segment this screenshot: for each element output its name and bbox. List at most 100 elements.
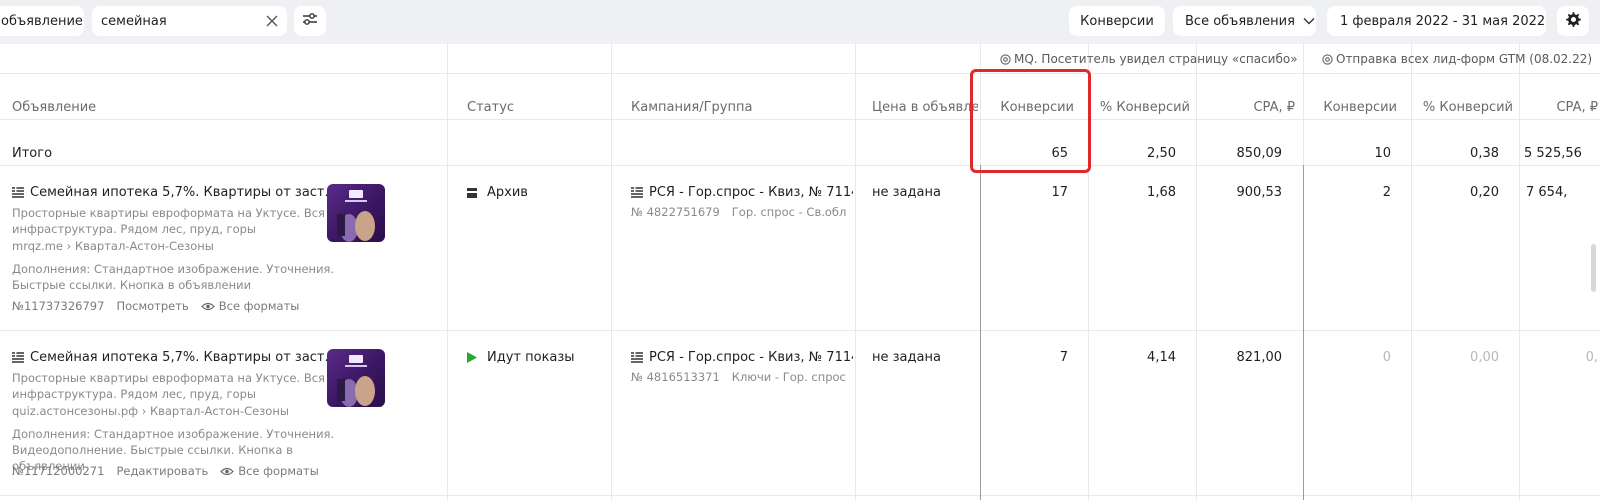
goal-group-title-1: MQ. Посетитель увидел страницу «спасибо» xyxy=(1000,52,1300,66)
ad-link[interactable]: mrqz.me › Квартал-Астон-Сезоны xyxy=(12,239,214,253)
status-label: Архив xyxy=(487,185,528,200)
ads-table: MQ. Посетитель увидел страницу «спасибо»… xyxy=(0,44,1600,500)
ad-text-icon xyxy=(12,187,24,198)
ads-level-label: объявление xyxy=(1,13,83,29)
campaign-link[interactable]: РСЯ - Гор.спрос - Квиз, № 7114 xyxy=(631,350,853,365)
ad-formats-link[interactable]: Все форматы xyxy=(238,464,319,478)
group-name[interactable]: Ключи - Гор. спрос xyxy=(732,370,846,384)
goal-group-label-1: MQ. Посетитель увидел страницу «спасибо» xyxy=(1014,52,1298,66)
campaign-sub: № 4822751679 Гор. спрос - Св.обл xyxy=(631,205,846,219)
ad-view-link[interactable]: Посмотреть xyxy=(116,299,188,313)
goal-group-label-2: Отправка всех лид-форм GTM (08.02.22) xyxy=(1336,52,1593,66)
highlight-frame xyxy=(970,69,1091,173)
column-header-price[interactable]: Цена в объявлении xyxy=(872,90,978,124)
row-cpa-2: 7 654, xyxy=(1526,185,1568,200)
ads-filter-label: Все объявления xyxy=(1185,13,1295,29)
divider xyxy=(1519,44,1520,500)
date-range-label: 1 февраля 2022 - 31 мая 2022 xyxy=(1340,13,1546,29)
row-conversions-2: 0 xyxy=(1382,350,1391,365)
ad-formats-link[interactable]: Все форматы xyxy=(219,299,300,313)
conversions-button-label: Конверсии xyxy=(1080,13,1154,29)
column-header-conv-pct-2[interactable]: % Конверсий xyxy=(1413,90,1513,124)
archive-icon xyxy=(467,187,477,198)
campaign-name: РСЯ - Гор.спрос - Квиз, № 7114 xyxy=(649,350,853,365)
eye-icon xyxy=(220,467,235,476)
ad-id: №11712000271 xyxy=(12,464,105,478)
play-icon xyxy=(467,352,477,363)
campaign-icon xyxy=(631,352,643,363)
ad-title[interactable]: Семейная ипотека 5,7%. Квартиры от заст.… xyxy=(12,185,337,200)
conversions-button[interactable]: Конверсии xyxy=(1069,6,1165,36)
ad-meta: №11712000271 Редактировать Все форматы xyxy=(12,464,319,478)
row-conv-pct: 1,68 xyxy=(1147,185,1176,200)
row-conversions: 17 xyxy=(1051,185,1068,200)
ad-title-text: Семейная ипотека 5,7%. Квартиры от заст.… xyxy=(30,350,337,365)
column-header-ad[interactable]: Объявление xyxy=(12,90,432,124)
ad-title[interactable]: Семейная ипотека 5,7%. Квартиры от заст.… xyxy=(12,350,337,365)
divider xyxy=(1303,44,1304,165)
ad-thumbnail[interactable] xyxy=(327,349,385,407)
search-input[interactable]: семейная xyxy=(92,6,287,36)
divider xyxy=(0,73,1600,74)
ads-filter-select[interactable]: Все объявления xyxy=(1173,6,1316,36)
row-conv-pct-2: 0,20 xyxy=(1470,185,1499,200)
total-label: Итого xyxy=(12,145,53,161)
divider xyxy=(0,330,1600,331)
ad-meta: №11737326797 Посмотреть Все форматы xyxy=(12,299,299,313)
column-header-cpa[interactable]: CPA, ₽ xyxy=(1198,90,1295,124)
ad-description: Просторные квартиры евроформата на Уктус… xyxy=(12,206,325,236)
ad-price: не задана xyxy=(872,185,941,200)
total-conv-pct-2: 0,38 xyxy=(1470,145,1499,161)
campaign-name: РСЯ - Гор.спрос - Квиз, № 7114 xyxy=(649,185,853,200)
target-icon xyxy=(1322,53,1333,65)
row-cpa: 821,00 xyxy=(1236,350,1283,365)
row-cpa: 900,53 xyxy=(1236,185,1283,200)
row-conv-pct-2: 0,00 xyxy=(1470,350,1499,365)
divider xyxy=(1196,44,1197,500)
campaign-sub: № 4816513371 Ключи - Гор. спрос xyxy=(631,370,846,384)
divider xyxy=(447,44,448,500)
divider xyxy=(1303,165,1304,500)
vertical-scrollbar[interactable] xyxy=(1591,244,1596,292)
ad-edit-link[interactable]: Редактировать xyxy=(116,464,208,478)
column-header-conv-pct[interactable]: % Конверсий xyxy=(1090,90,1190,124)
row-conversions: 7 xyxy=(1059,350,1068,365)
goal-group-title-2: Отправка всех лид-форм GTM (08.02.22) xyxy=(1322,52,1600,66)
row-conv-pct: 4,14 xyxy=(1147,350,1176,365)
divider xyxy=(611,44,612,500)
filter-button[interactable] xyxy=(294,6,326,36)
row-cpa-2: 0, xyxy=(1585,350,1598,365)
ad-id: №11737326797 xyxy=(12,299,105,313)
column-header-conversions-2[interactable]: Конверсии xyxy=(1305,90,1397,124)
filter-icon xyxy=(302,12,318,30)
ad-link[interactable]: quiz.астонсезоны.рф › Квартал-Астон-Сезо… xyxy=(12,404,289,418)
total-cpa-2: 5 525,56 xyxy=(1524,145,1582,161)
status-label: Идут показы xyxy=(487,350,575,365)
group-name[interactable]: Гор. спрос - Св.обл xyxy=(732,205,847,219)
column-header-campaign[interactable]: Кампания/Группа xyxy=(631,90,851,124)
campaign-icon xyxy=(631,187,643,198)
ad-text-icon xyxy=(12,352,24,363)
campaign-link[interactable]: РСЯ - Гор.спрос - Квиз, № 7114 xyxy=(631,185,853,200)
column-header-cpa-2[interactable]: CPA, ₽ xyxy=(1521,90,1598,124)
status-badge: Идут показы xyxy=(467,350,575,365)
chevron-down-icon xyxy=(1303,17,1315,25)
date-range-select[interactable]: 1 февраля 2022 - 31 мая 2022 xyxy=(1327,6,1546,36)
column-header-status[interactable]: Статус xyxy=(467,90,607,124)
total-conversions-2: 10 xyxy=(1374,145,1391,161)
total-cpa: 850,09 xyxy=(1236,145,1283,161)
ad-title-text: Семейная ипотека 5,7%. Квартиры от заст.… xyxy=(30,185,337,200)
divider xyxy=(1411,44,1412,500)
search-value: семейная xyxy=(101,13,167,29)
ad-price: не задана xyxy=(872,350,941,365)
total-conv-pct: 2,50 xyxy=(1147,145,1176,161)
target-icon xyxy=(1000,53,1011,65)
campaign-id: № 4822751679 xyxy=(631,205,720,219)
campaign-id: № 4816513371 xyxy=(631,370,720,384)
ad-thumbnail[interactable] xyxy=(327,184,385,242)
settings-button[interactable] xyxy=(1557,6,1589,36)
close-icon[interactable] xyxy=(261,10,283,32)
row-conversions-2: 2 xyxy=(1382,185,1391,200)
toolbar: объявление семейная Конверсии Все объявл… xyxy=(0,0,1600,44)
ads-level-button[interactable]: объявление xyxy=(0,6,84,36)
